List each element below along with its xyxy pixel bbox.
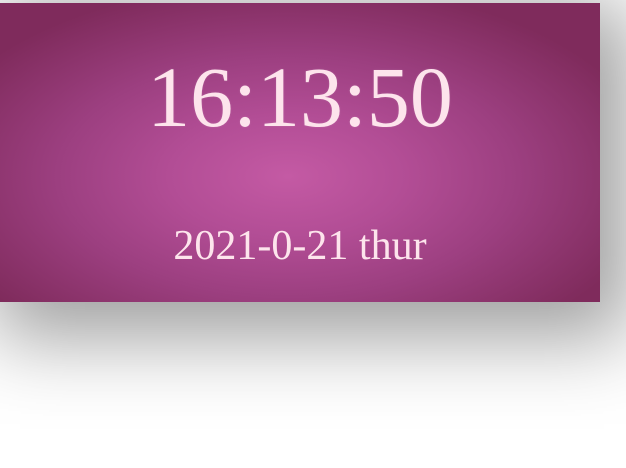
- clock-time: 16:13:50: [147, 49, 453, 145]
- clock-card: 16:13:50 2021-0-21 thur: [0, 3, 600, 302]
- clock-date: 2021-0-21 thur: [173, 223, 427, 269]
